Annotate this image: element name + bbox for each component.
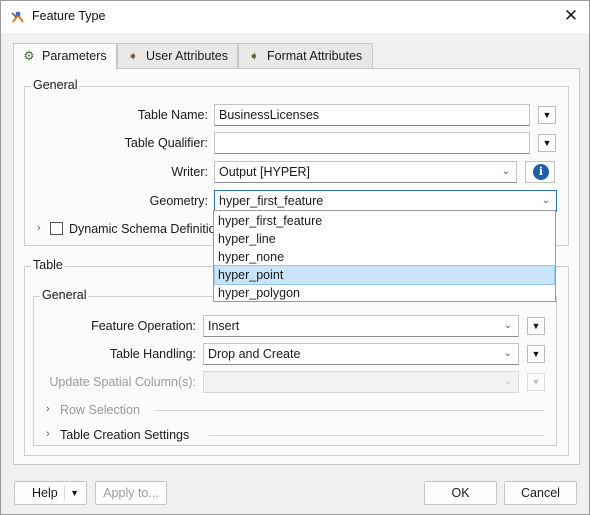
table-general-group: General Feature Operation: Insert ⌄ ▼ Ta… (33, 288, 557, 446)
expand-icon[interactable]: › (37, 222, 41, 234)
geometry-select[interactable]: hyper_first_feature ⌄ (214, 190, 557, 212)
table-handling-select[interactable]: Drop and Create ⌄ (203, 343, 519, 365)
geometry-dropdown-list: hyper_first_feature hyper_line hyper_non… (213, 210, 556, 302)
triangle-down-icon: ▼ (531, 349, 541, 359)
table-group-title: Table (31, 258, 65, 272)
arrow-right-icon: ➧ (127, 49, 139, 63)
dynamic-schema-label: Dynamic Schema Definition (69, 222, 223, 236)
tab-format-attributes[interactable]: ➧ Format Attributes (238, 43, 373, 69)
caret-down-icon[interactable]: ▼ (70, 482, 79, 504)
geometry-option-first-feature[interactable]: hyper_first_feature (215, 212, 554, 230)
help-divider (64, 486, 65, 500)
general-group-title: General (31, 78, 80, 92)
writer-info-button[interactable]: i (525, 161, 555, 183)
help-label: Help (32, 486, 58, 500)
dynamic-schema-checkbox[interactable] (50, 222, 63, 235)
chevron-down-icon: ⌄ (501, 166, 510, 177)
row-selection-label[interactable]: Row Selection (60, 403, 140, 417)
table-qualifier-label: Table Qualifier: (124, 136, 208, 150)
close-button[interactable]: ✕ (557, 3, 585, 29)
geometry-option-none[interactable]: hyper_none (215, 248, 554, 266)
row-selection-divider (154, 410, 544, 411)
expand-icon[interactable]: › (46, 403, 50, 415)
geometry-label: Geometry: (149, 194, 208, 208)
triangle-down-icon: ▼ (531, 377, 541, 387)
cancel-button[interactable]: Cancel (504, 481, 577, 505)
writer-label: Writer: (171, 165, 208, 179)
feature-operation-value: Insert (208, 319, 240, 333)
table-handling-value: Drop and Create (208, 347, 301, 361)
expand-icon[interactable]: › (46, 428, 50, 440)
ok-button[interactable]: OK (424, 481, 497, 505)
feature-operation-select[interactable]: Insert ⌄ (203, 315, 519, 337)
table-name-menu-button[interactable]: ▼ (538, 106, 556, 124)
info-icon: i (533, 164, 549, 180)
triangle-down-icon: ▼ (542, 110, 552, 120)
help-button[interactable]: Help ▼ (14, 481, 87, 505)
tab-label: User Attributes (146, 49, 228, 63)
feature-operation-label: Feature Operation: (91, 319, 196, 333)
writer-value: Output [HYPER] (219, 165, 311, 179)
chevron-down-icon: ⌄ (503, 348, 512, 359)
arrow-right-icon: ➧ (248, 49, 260, 63)
title-bar: Feature Type ✕ (1, 1, 589, 33)
table-creation-settings-label[interactable]: Table Creation Settings (60, 428, 189, 442)
triangle-down-icon: ▼ (531, 321, 541, 331)
update-spatial-label: Update Spatial Column(s): (49, 375, 196, 389)
table-handling-label: Table Handling: (109, 347, 196, 361)
table-handling-menu-button[interactable]: ▼ (527, 345, 545, 363)
update-spatial-select[interactable]: ⌄ (203, 371, 519, 393)
window-title: Feature Type (32, 9, 106, 23)
table-qualifier-menu-button[interactable]: ▼ (538, 134, 556, 152)
tab-label: Parameters (42, 49, 107, 63)
table-general-title: General (40, 288, 89, 302)
chevron-down-icon: ⌄ (503, 320, 512, 331)
feature-operation-menu-button[interactable]: ▼ (527, 317, 545, 335)
table-creation-divider (209, 435, 544, 436)
triangle-down-icon: ▼ (542, 138, 552, 148)
geometry-option-polygon[interactable]: hyper_polygon (215, 284, 554, 302)
table-name-input[interactable]: BusinessLicenses (214, 104, 530, 126)
chevron-down-icon: ⌄ (541, 195, 550, 206)
update-spatial-menu-button[interactable]: ▼ (527, 373, 545, 391)
chevron-down-icon: ⌄ (503, 376, 512, 387)
tab-user-attributes[interactable]: ➧ User Attributes (117, 43, 238, 69)
writer-select[interactable]: Output [HYPER] ⌄ (214, 161, 517, 183)
geometry-option-point[interactable]: hyper_point (214, 265, 555, 285)
table-name-label: Table Name: (137, 108, 208, 122)
tab-label: Format Attributes (267, 49, 363, 63)
table-qualifier-input[interactable] (214, 132, 530, 154)
gear-icon: ⚙ (23, 49, 35, 63)
tab-parameters[interactable]: ⚙ Parameters (13, 43, 117, 70)
app-icon (11, 11, 24, 23)
close-icon: ✕ (563, 6, 579, 25)
geometry-option-line[interactable]: hyper_line (215, 230, 554, 248)
apply-to-button[interactable]: Apply to... (95, 481, 167, 505)
feature-type-dialog: Feature Type ✕ ⚙ Parameters ➧ User Attribu… (0, 0, 590, 515)
geometry-value: hyper_first_feature (219, 194, 324, 208)
